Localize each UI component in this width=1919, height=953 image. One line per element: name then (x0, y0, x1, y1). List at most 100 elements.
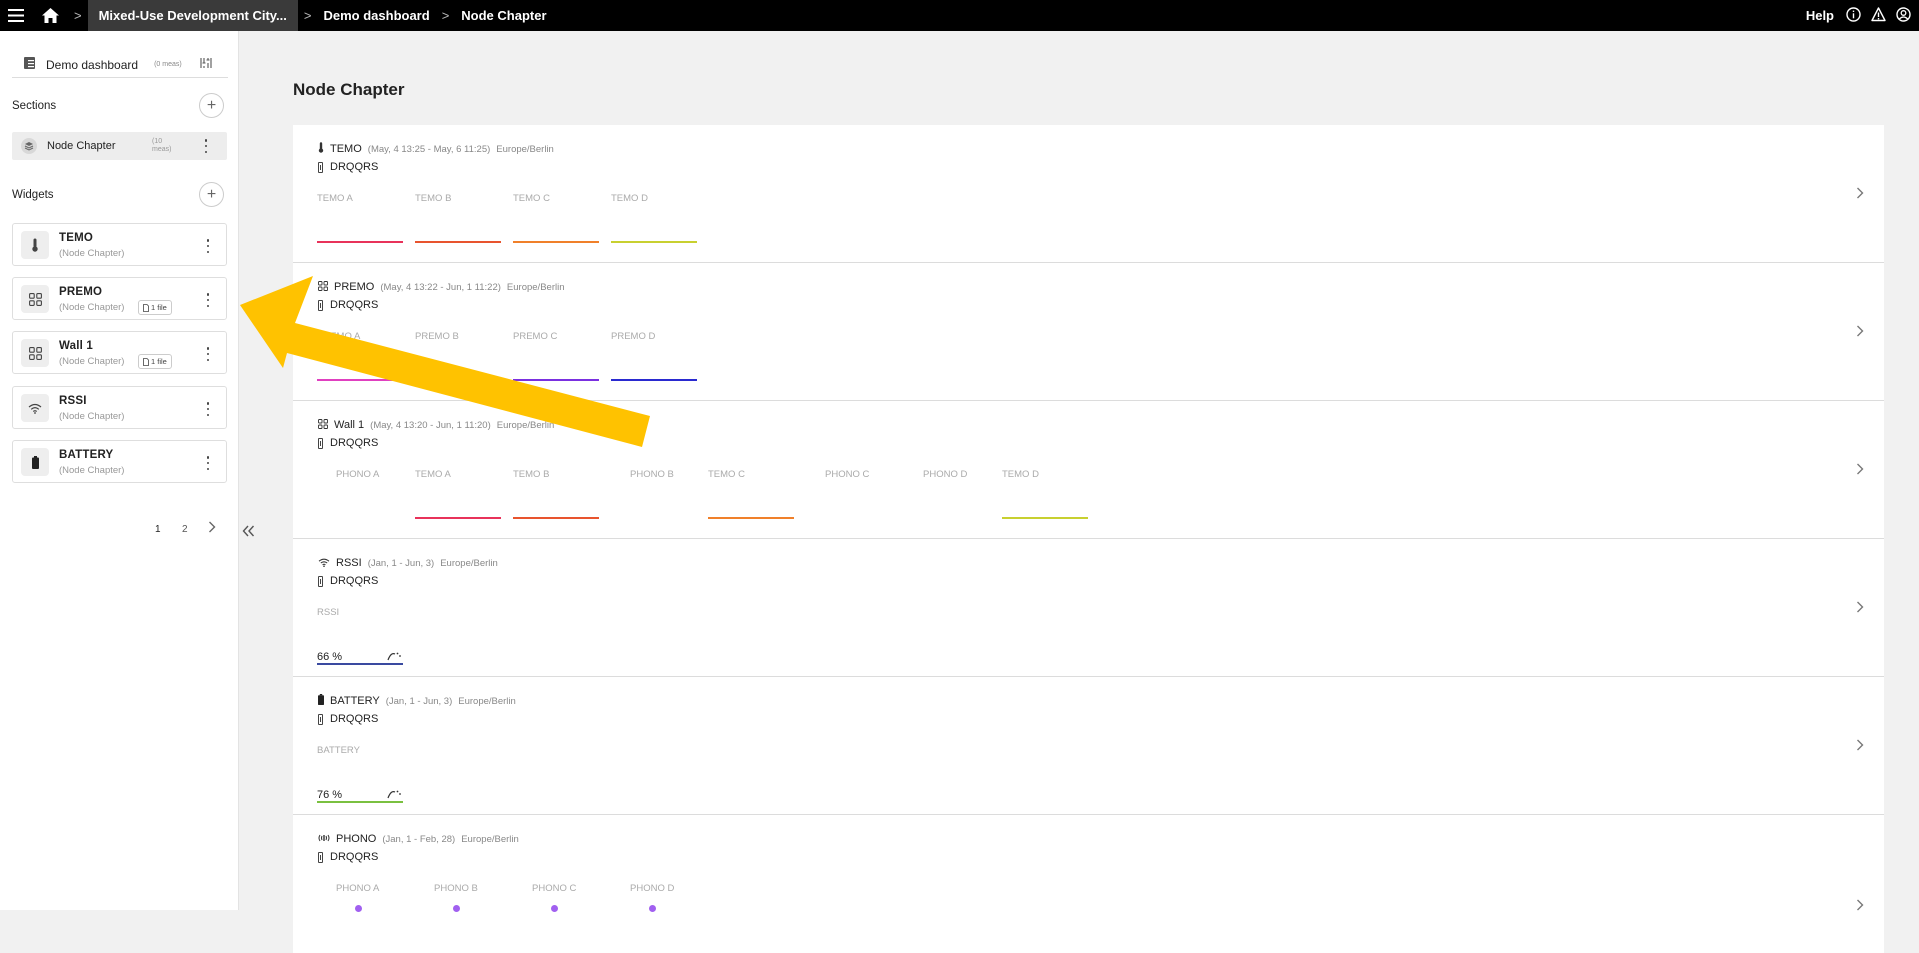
phono-dot (355, 905, 362, 912)
device-name: DRQQRS (330, 713, 379, 725)
widget-menu-icon[interactable] (206, 293, 210, 307)
section-menu-icon[interactable] (204, 139, 208, 153)
page-title: Node Chapter (293, 80, 405, 99)
chevron-right-icon[interactable] (1856, 898, 1864, 916)
channel-line (415, 517, 501, 519)
layers-icon (21, 138, 37, 154)
pager-page-1[interactable]: 1 (155, 524, 161, 535)
add-widget-button[interactable]: + (199, 182, 224, 207)
channel-label: PHONO D (630, 883, 675, 894)
home-icon[interactable] (32, 0, 68, 31)
channel-label: PREMO C (513, 331, 558, 342)
channel-line (611, 379, 697, 381)
channel-line (611, 241, 697, 243)
widget-panel-wall-1[interactable]: Wall 1 (May, 4 13:20 - Jun, 1 11:20) Eur… (293, 401, 1884, 539)
chevron-right-icon[interactable] (1856, 462, 1864, 480)
breadcrumb-separator: > (74, 8, 82, 23)
widget-card-premo[interactable]: PREMO (Node Chapter) 1 file (12, 277, 227, 320)
collapse-sidebar-icon[interactable] (241, 522, 255, 540)
grid-icon (21, 339, 49, 367)
file-badge-label: 1 file (151, 357, 167, 366)
sidebar: Demo dashboard (0 meas) Sections + Node … (0, 31, 239, 910)
channel-line (513, 517, 599, 519)
widget-name: BATTERY (59, 449, 114, 461)
sound-icon (318, 830, 330, 848)
panel-timezone: Europe/Berlin (458, 695, 516, 707)
pager-page-2[interactable]: 2 (182, 524, 188, 535)
grid-icon (318, 416, 328, 434)
panel-timezone: Europe/Berlin (496, 143, 554, 155)
channel-label: TEMO B (415, 193, 452, 204)
panel-timezone: Europe/Berlin (440, 557, 498, 569)
sections-label: Sections (12, 100, 57, 112)
chevron-right-icon[interactable] (1856, 600, 1864, 618)
widget-name: Wall 1 (59, 340, 94, 352)
value-underline (317, 801, 403, 803)
panel-range: (Jan, 1 - Jun, 3) (385, 695, 453, 707)
channel-label: PREMO B (415, 331, 459, 342)
panel-timezone: Europe/Berlin (496, 419, 555, 431)
channel-label: PHONO A (336, 469, 380, 480)
phono-dot (453, 905, 460, 912)
rssi-value: 66 % (317, 651, 343, 663)
widget-panel-phono[interactable]: PHONO (Jan, 1 - Feb, 28) Europe/Berlin D… (293, 815, 1884, 953)
channel-line (317, 241, 403, 243)
user-icon[interactable] (1896, 6, 1911, 25)
device-icon (318, 437, 323, 449)
channel-label: BATTERY (317, 745, 360, 756)
channel-label: PREMO D (611, 331, 656, 342)
breadcrumb-project[interactable]: Mixed-Use Development City... (87, 0, 298, 31)
channel-line (708, 517, 794, 519)
widget-card-battery[interactable]: BATTERY (Node Chapter) (12, 440, 227, 483)
pager-next-icon[interactable] (208, 521, 216, 536)
panel-name: RSSI (336, 557, 362, 569)
section-label: Node Chapter (47, 140, 116, 152)
panel-name: PREMO (334, 281, 375, 293)
breadcrumb-dashboard[interactable]: Demo dashboard (318, 8, 436, 23)
widget-panel-battery[interactable]: BATTERY (Jan, 1 - Jun, 3) Europe/Berlin … (293, 677, 1884, 815)
device-icon (318, 575, 323, 587)
widget-menu-icon[interactable] (206, 456, 210, 470)
channel-label: TEMO C (513, 193, 550, 204)
wifi-icon (21, 394, 49, 422)
widget-panel-premo[interactable]: PREMO (May, 4 13:22 - Jun, 1 11:22) Euro… (293, 263, 1884, 401)
chevron-right-icon[interactable] (1856, 186, 1864, 204)
channel-line (1002, 517, 1088, 519)
info-icon[interactable] (1846, 6, 1861, 25)
channel-label: TEMO A (415, 469, 451, 480)
breadcrumb-separator: > (441, 8, 450, 23)
file-badge: 1 file (138, 300, 172, 315)
widget-card-wall-1[interactable]: Wall 1 (Node Chapter) 1 file (12, 331, 227, 374)
file-badge-label: 1 file (151, 303, 167, 312)
widget-card-rssi[interactable]: RSSI (Node Chapter) (12, 386, 227, 429)
sidebar-item-node-chapter[interactable]: Node Chapter (10 meas) (12, 132, 227, 160)
battery-icon (21, 448, 49, 476)
menu-icon[interactable] (0, 0, 32, 31)
dashboard-header[interactable]: Demo dashboard (0 meas) (12, 52, 228, 78)
device-name: DRQQRS (330, 575, 379, 587)
channel-line (415, 379, 501, 381)
add-section-button[interactable]: + (199, 93, 224, 118)
widget-menu-icon[interactable] (206, 402, 210, 416)
channel-line (513, 379, 599, 381)
value-underline (317, 663, 403, 665)
channel-line (317, 379, 403, 381)
widget-panel-rssi[interactable]: RSSI (Jan, 1 - Jun, 3) Europe/Berlin DRQ… (293, 539, 1884, 677)
widget-menu-icon[interactable] (206, 239, 210, 253)
widget-menu-icon[interactable] (206, 347, 210, 361)
device-icon (318, 299, 323, 311)
widget-name: TEMO (59, 232, 94, 244)
widget-card-temo[interactable]: TEMO (Node Chapter) (12, 223, 227, 266)
help-link[interactable]: Help (1806, 8, 1834, 23)
chevron-right-icon[interactable] (1856, 324, 1864, 342)
channel-label: PHONO A (336, 883, 380, 894)
chevron-right-icon[interactable] (1856, 738, 1864, 756)
widget-panel-temo[interactable]: TEMO (May, 4 13:25 - May, 6 11:25) Europ… (293, 125, 1884, 263)
alert-icon[interactable] (1871, 6, 1886, 25)
channel-label: PREMO A (317, 331, 361, 342)
phono-dot (649, 905, 656, 912)
layout-settings-icon[interactable] (200, 56, 212, 74)
panel-range: (May, 4 13:25 - May, 6 11:25) (367, 143, 491, 155)
channel-label: TEMO C (708, 469, 745, 480)
panel-timezone: Europe/Berlin (506, 281, 565, 293)
